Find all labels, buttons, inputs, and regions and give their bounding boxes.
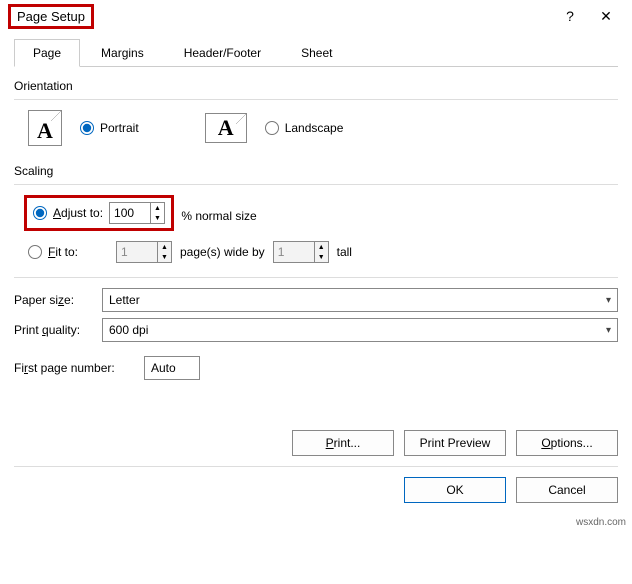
titlebar: Page Setup ? ✕: [0, 0, 632, 32]
portrait-icon: A: [28, 110, 62, 146]
first-page-label: First page number:: [14, 361, 144, 375]
landscape-radio-input[interactable]: [265, 121, 279, 135]
first-page-input[interactable]: Auto: [144, 356, 200, 380]
paper-size-label: Paper size:: [14, 293, 102, 307]
help-button[interactable]: ?: [552, 8, 588, 24]
adjust-to-label: Adjust to:: [53, 206, 103, 220]
spinner-down-icon[interactable]: ▼: [158, 252, 171, 262]
close-button[interactable]: ✕: [588, 8, 624, 25]
action-row-upper: Print... Print Preview Options...: [0, 410, 632, 466]
chevron-down-icon: ▾: [606, 295, 611, 306]
portrait-radio-label: Portrait: [100, 121, 139, 135]
paper-size-row: Paper size: Letter ▾: [14, 288, 618, 312]
spinner-down-icon[interactable]: ▼: [315, 252, 328, 262]
adjust-to-radio[interactable]: Adjust to:: [33, 206, 103, 220]
adjust-to-highlight: Adjust to: ▲▼: [24, 195, 174, 231]
print-quality-value: 600 dpi: [109, 323, 148, 337]
portrait-radio-input[interactable]: [80, 121, 94, 135]
fit-tall-value[interactable]: [274, 242, 314, 262]
scaling-rule: [14, 184, 618, 185]
orientation-row: A Portrait A Landscape: [14, 110, 618, 160]
chevron-down-icon: ▾: [606, 325, 611, 336]
watermark: wsxdn.com: [576, 517, 626, 528]
landscape-radio[interactable]: Landscape: [265, 121, 344, 135]
adjust-to-spinner[interactable]: ▲▼: [109, 202, 165, 224]
fit-to-row: Fit to: ▲▼ page(s) wide by ▲▼ tall: [28, 241, 618, 263]
print-quality-label: Print quality:: [14, 323, 102, 337]
fit-tall-spinner[interactable]: ▲▼: [273, 241, 329, 263]
landscape-radio-label: Landscape: [285, 121, 344, 135]
spinner-up-icon[interactable]: ▲: [315, 242, 328, 252]
print-preview-button[interactable]: Print Preview: [404, 430, 506, 456]
tab-page[interactable]: Page: [14, 39, 80, 67]
normal-size-label: % normal size: [181, 209, 256, 223]
first-page-row: First page number: Auto: [14, 356, 618, 380]
adjust-to-value[interactable]: [110, 203, 150, 223]
spinner-up-icon[interactable]: ▲: [158, 242, 171, 252]
print-quality-row: Print quality: 600 dpi ▾: [14, 318, 618, 342]
paper-rule: [14, 277, 618, 278]
fit-to-label: Fit to:: [48, 245, 78, 259]
spinner-up-icon[interactable]: ▲: [151, 203, 164, 213]
orientation-group-label: Orientation: [14, 79, 618, 93]
cancel-button[interactable]: Cancel: [516, 477, 618, 503]
dialog-body: Page Margins Header/Footer Sheet Orienta…: [0, 32, 632, 380]
paper-size-value: Letter: [109, 293, 140, 307]
tab-margins[interactable]: Margins: [82, 39, 163, 67]
scaling-group-label: Scaling: [14, 164, 618, 178]
landscape-icon: A: [205, 113, 247, 143]
tab-header-footer[interactable]: Header/Footer: [165, 39, 280, 67]
fit-to-radio-input[interactable]: [28, 245, 42, 259]
paper-size-combo[interactable]: Letter ▾: [102, 288, 618, 312]
options-button[interactable]: Options...: [516, 430, 618, 456]
scaling-area: Adjust to: ▲▼ % normal size Fit to: ▲▼ p…: [14, 195, 618, 277]
fit-wide-value[interactable]: [117, 242, 157, 262]
portrait-radio[interactable]: Portrait: [80, 121, 139, 135]
tab-sheet[interactable]: Sheet: [282, 39, 351, 67]
print-button[interactable]: Print...: [292, 430, 394, 456]
tall-label: tall: [337, 245, 352, 259]
action-row-lower: OK Cancel: [0, 467, 632, 513]
fit-wide-spinner[interactable]: ▲▼: [116, 241, 172, 263]
fit-to-radio[interactable]: Fit to:: [28, 245, 78, 259]
pages-wide-by-label: page(s) wide by: [180, 245, 265, 259]
adjust-to-radio-input[interactable]: [33, 206, 47, 220]
ok-button[interactable]: OK: [404, 477, 506, 503]
tab-strip: Page Margins Header/Footer Sheet: [14, 38, 618, 67]
dialog-title: Page Setup: [8, 4, 94, 29]
print-quality-combo[interactable]: 600 dpi ▾: [102, 318, 618, 342]
orientation-rule: [14, 99, 618, 100]
spinner-down-icon[interactable]: ▼: [151, 213, 164, 223]
